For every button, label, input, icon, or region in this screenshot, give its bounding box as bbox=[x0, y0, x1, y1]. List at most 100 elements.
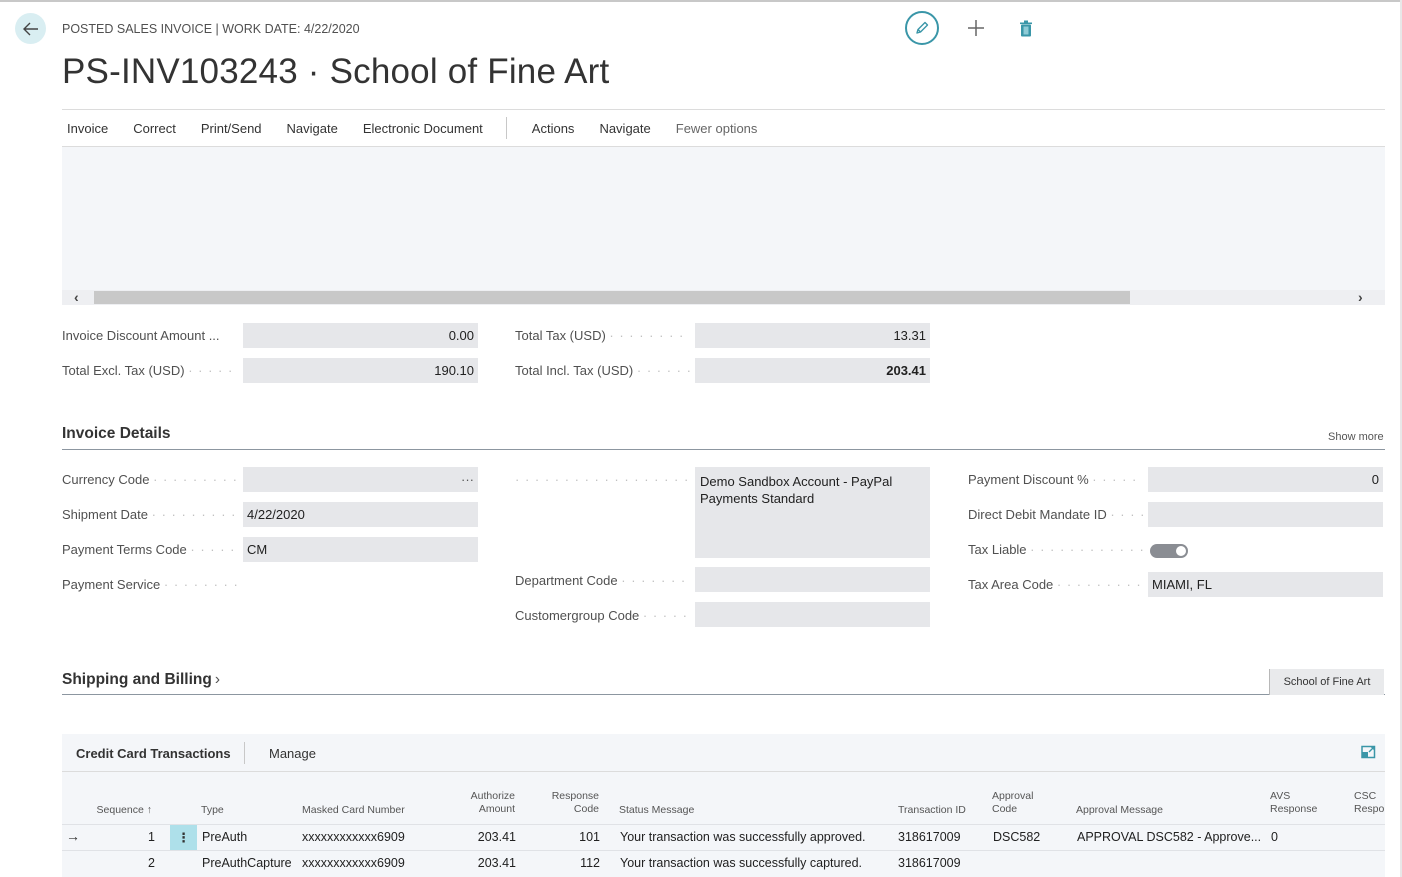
action-actions[interactable]: Actions bbox=[532, 121, 575, 136]
new-button[interactable] bbox=[964, 16, 988, 40]
currency-code-field[interactable]: ··· bbox=[243, 467, 478, 492]
payment-service-label: Payment Service · · · · · · · · · · · bbox=[62, 577, 237, 592]
total-excl-tax-label: Total Excl. Tax (USD) · · · · · · · · bbox=[62, 363, 237, 378]
toggle-knob bbox=[1176, 546, 1186, 556]
total-tax-field[interactable]: 13.31 bbox=[695, 323, 930, 348]
col-response-code-line1: Response bbox=[551, 790, 599, 802]
col-approval-code[interactable]: Approval Code bbox=[992, 790, 1033, 816]
back-arrow-icon bbox=[22, 22, 38, 35]
show-more-link[interactable]: Show more bbox=[1328, 431, 1384, 443]
window-top-border bbox=[0, 0, 1402, 2]
action-print-send[interactable]: Print/Send bbox=[201, 121, 262, 136]
cell-approval-code: DSC582 bbox=[993, 830, 1041, 844]
chevron-right-icon: › bbox=[214, 671, 220, 688]
total-excl-tax-field[interactable]: 190.10 bbox=[243, 358, 478, 383]
action-electronic-document[interactable]: Electronic Document bbox=[363, 121, 483, 136]
horizontal-scrollbar[interactable]: ‹ › bbox=[62, 289, 1385, 305]
col-status-message[interactable]: Status Message bbox=[619, 804, 694, 817]
shipment-date-label-text: Shipment Date bbox=[62, 507, 148, 522]
scroll-thumb[interactable] bbox=[94, 291, 1130, 304]
payment-service-label-text: Payment Service bbox=[62, 577, 161, 592]
expand-icon[interactable] bbox=[1361, 745, 1376, 759]
cell-amount: 203.41 bbox=[477, 856, 516, 870]
payment-discount-label-text: Payment Discount % bbox=[968, 472, 1089, 487]
currency-code-label: Currency Code · · · · · · · · · · · · bbox=[62, 472, 237, 487]
department-code-label-text: Department Code bbox=[515, 573, 618, 588]
tax-area-code-label-text: Tax Area Code bbox=[968, 577, 1054, 592]
total-excl-tax-label-text: Total Excl. Tax (USD) bbox=[62, 363, 185, 378]
shipment-date-field[interactable]: 4/22/2020 bbox=[243, 502, 478, 527]
manage-button[interactable]: Manage bbox=[269, 746, 316, 761]
department-code-field[interactable] bbox=[695, 567, 930, 592]
col-response-code[interactable]: Response Code bbox=[532, 790, 599, 816]
cell-type: PreAuthCapture bbox=[202, 856, 292, 870]
action-invoice[interactable]: Invoice bbox=[67, 121, 108, 136]
scroll-right-icon[interactable]: › bbox=[1358, 289, 1363, 305]
tax-area-code-field[interactable]: MIAMI, FL bbox=[1148, 572, 1383, 597]
action-separator bbox=[505, 117, 507, 139]
assist-edit-icon[interactable]: ··· bbox=[461, 472, 474, 487]
shipment-date-label: Shipment Date · · · · · · · · · · · · bbox=[62, 507, 237, 522]
tax-liable-label: Tax Liable · · · · · · · · · · · · · · · bbox=[968, 542, 1143, 557]
edit-button[interactable] bbox=[905, 11, 939, 45]
tax-liable-toggle[interactable] bbox=[1150, 544, 1188, 558]
col-authorize-amount[interactable]: Authorize Amount bbox=[452, 790, 515, 816]
col-csc-response-line2: Respo bbox=[1354, 803, 1385, 815]
col-csc-response[interactable]: CSC Respo bbox=[1354, 790, 1384, 816]
col-avs-response-line1: AVS bbox=[1270, 790, 1291, 802]
payment-terms-label-text: Payment Terms Code bbox=[62, 542, 187, 557]
payment-service-field[interactable]: Demo Sandbox Account - PayPal Payments S… bbox=[695, 467, 930, 558]
delete-button[interactable] bbox=[1016, 16, 1036, 40]
action-correct[interactable]: Correct bbox=[133, 121, 176, 136]
col-type[interactable]: Type bbox=[201, 804, 224, 817]
col-csc-response-line1: CSC bbox=[1354, 790, 1377, 802]
action-navigate-2[interactable]: Navigate bbox=[599, 121, 650, 136]
shipping-billing-title-text: Shipping and Billing bbox=[62, 671, 212, 688]
label-dots: · · · · · · · · bbox=[636, 363, 690, 378]
fewer-options-button[interactable]: Fewer options bbox=[676, 121, 758, 136]
customergroup-code-field[interactable] bbox=[695, 602, 930, 627]
col-avs-response[interactable]: AVS Response bbox=[1270, 790, 1317, 816]
payment-discount-field[interactable]: 0 bbox=[1148, 467, 1383, 492]
cc-panel-title[interactable]: Credit Card Transactions bbox=[76, 746, 231, 761]
cc-panel-header: Credit Card Transactions Manage bbox=[62, 734, 1385, 772]
label-dots: · · · · · · bbox=[190, 542, 237, 557]
cell-masked-card: xxxxxxxxxxxx6909 bbox=[302, 856, 405, 870]
col-masked-card[interactable]: Masked Card Number bbox=[302, 804, 405, 817]
label-dots: · · · · · · · · · · · · · · · · · · · · … bbox=[515, 472, 690, 487]
back-button[interactable] bbox=[15, 13, 46, 44]
total-tax-label: Total Tax (USD) · · · · · · · · · · · bbox=[515, 328, 690, 343]
customer-name-tab[interactable]: School of Fine Art bbox=[1269, 669, 1384, 695]
trash-icon bbox=[1020, 20, 1032, 36]
current-row-arrow-icon: → bbox=[66, 828, 80, 844]
table-row[interactable]: 2 PreAuthCapture xxxxxxxxxxxx6909 203.41… bbox=[62, 850, 1385, 876]
label-dots: · · · · · · · bbox=[642, 608, 690, 623]
label-dots: · · · · · · · · · bbox=[621, 573, 690, 588]
customergroup-code-label-text: Customergroup Code bbox=[515, 608, 640, 623]
cell-masked-card: xxxxxxxxxxxx6909 bbox=[302, 830, 405, 844]
table-row[interactable]: → 1 ⋮ PreAuth xxxxxxxxxxxx6909 203.41 10… bbox=[62, 824, 1385, 850]
cell-response-code: 112 bbox=[580, 856, 600, 870]
direct-debit-field[interactable] bbox=[1148, 502, 1383, 527]
customergroup-code-label: Customergroup Code · · · · · · · bbox=[515, 608, 690, 623]
col-sequence[interactable]: Sequence ↑ bbox=[82, 804, 152, 817]
shipping-billing-title[interactable]: Shipping and Billing › bbox=[62, 671, 220, 689]
col-approval-message[interactable]: Approval Message bbox=[1076, 804, 1163, 817]
total-incl-tax-label: Total Incl. Tax (USD) · · · · · · · · bbox=[515, 363, 690, 378]
scroll-left-icon[interactable]: ‹ bbox=[74, 289, 79, 305]
invoice-discount-label: Invoice Discount Amount ... bbox=[62, 328, 237, 343]
action-navigate[interactable]: Navigate bbox=[287, 121, 338, 136]
col-transaction-id[interactable]: Transaction ID bbox=[898, 804, 966, 817]
cell-sequence: 1 bbox=[148, 830, 155, 844]
payment-terms-field[interactable]: CM bbox=[243, 537, 478, 562]
label-dots: · · · · · · · · · · · · bbox=[151, 507, 237, 522]
total-incl-tax-field[interactable]: 203.41 bbox=[695, 358, 930, 383]
col-avs-response-line2: Response bbox=[1270, 803, 1318, 815]
invoice-discount-field[interactable]: 0.00 bbox=[243, 323, 478, 348]
col-authorize-amount-line1: Authorize bbox=[470, 790, 515, 802]
currency-code-label-text: Currency Code bbox=[62, 472, 150, 487]
row-actions-menu-icon[interactable]: ⋮ bbox=[170, 825, 197, 850]
invoice-lines-area bbox=[62, 147, 1385, 290]
page-caption: POSTED SALES INVOICE | WORK DATE: 4/22/2… bbox=[62, 22, 360, 36]
invoice-details-title[interactable]: Invoice Details bbox=[62, 425, 171, 443]
